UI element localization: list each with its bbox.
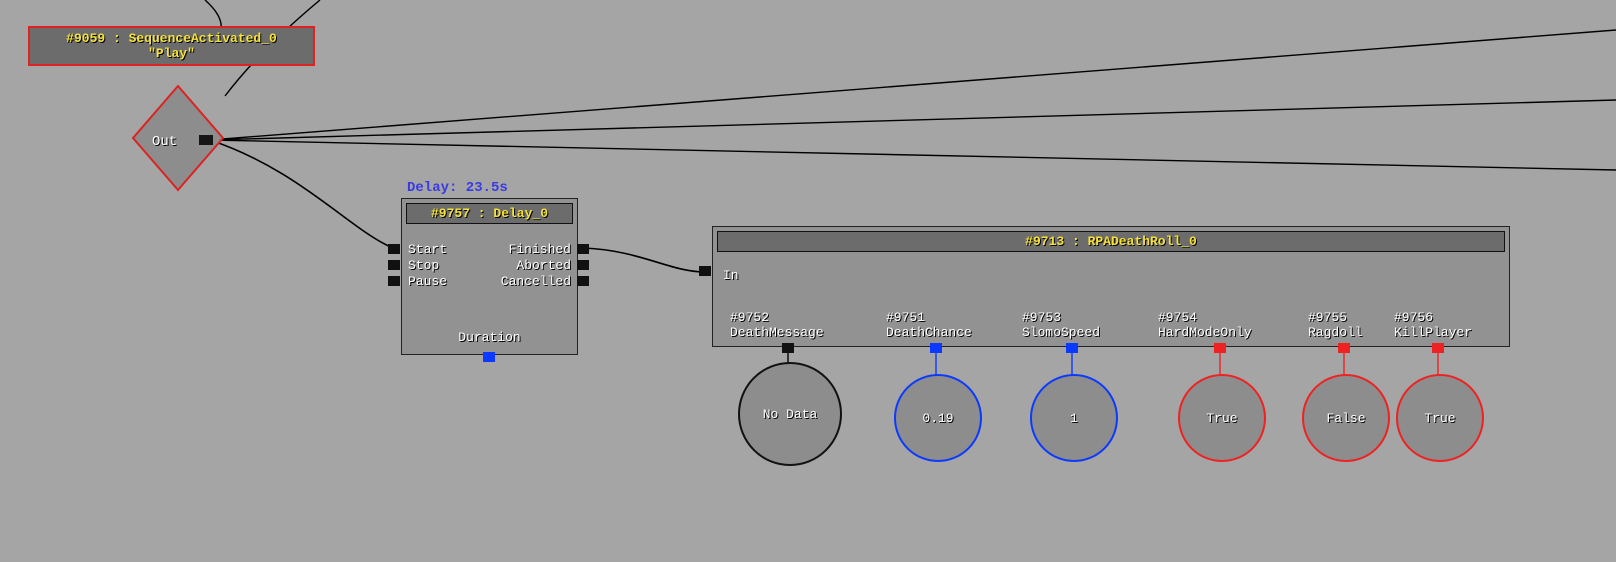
param-3-name: HardModeOnly: [1158, 325, 1252, 340]
delay-pin-stop[interactable]: [388, 260, 400, 270]
param-bubble-2[interactable]: 1: [1030, 374, 1118, 462]
delay-pin-aborted[interactable]: [577, 260, 589, 270]
delay-pin-duration[interactable]: [483, 352, 495, 362]
param-bubble-1[interactable]: 0.19: [894, 374, 982, 462]
delay-caption: Delay: 23.5s: [407, 180, 508, 196]
param-value-2: 1: [1070, 411, 1078, 426]
graph-canvas[interactable]: { "sequence": { "title_line1": "#9059 : …: [0, 0, 1616, 562]
deathroll-node-title: #9713 : RPADeathRoll_0: [717, 231, 1505, 252]
deathroll-pin-in[interactable]: [699, 266, 711, 276]
delay-pin-pause[interactable]: [388, 276, 400, 286]
param-bubble-4[interactable]: False: [1302, 374, 1390, 462]
sequence-title-line1: #9059 : SequenceActivated_0: [30, 31, 313, 46]
param-bubble-0[interactable]: No Data: [738, 362, 842, 466]
param-2-labels: #9753 SlomoSpeed: [1022, 310, 1100, 340]
param-2-name: SlomoSpeed: [1022, 325, 1100, 340]
delay-row-0: Start Finished: [402, 242, 577, 258]
out-label: Out: [152, 134, 177, 150]
param-0-labels: #9752 DeathMessage: [730, 310, 824, 340]
param-4-id: #9755: [1308, 310, 1363, 325]
delay-left-2: Pause: [408, 274, 447, 290]
delay-right-2: Cancelled: [501, 274, 571, 290]
delay-pin-cancelled[interactable]: [577, 276, 589, 286]
delay-right-0: Finished: [509, 242, 571, 258]
delay-pin-finished[interactable]: [577, 244, 589, 254]
param-value-4: False: [1326, 411, 1365, 426]
param-0-id: #9752: [730, 310, 824, 325]
param-pin-1[interactable]: [930, 343, 942, 353]
deathroll-in-label: In: [713, 268, 1509, 283]
param-4-name: Ragdoll: [1308, 325, 1363, 340]
param-pin-3[interactable]: [1214, 343, 1226, 353]
param-value-0: No Data: [763, 407, 818, 422]
delay-pin-start[interactable]: [388, 244, 400, 254]
delay-node[interactable]: #9757 : Delay_0 Start Finished Stop Abor…: [401, 198, 578, 355]
delay-row-2: Pause Cancelled: [402, 274, 577, 290]
param-value-5: True: [1424, 411, 1455, 426]
param-pin-2[interactable]: [1066, 343, 1078, 353]
param-5-labels: #9756 KillPlayer: [1394, 310, 1472, 340]
param-value-3: True: [1206, 411, 1237, 426]
param-1-labels: #9751 DeathChance: [886, 310, 972, 340]
param-pin-5[interactable]: [1432, 343, 1444, 353]
delay-duration-label: Duration: [402, 330, 577, 345]
param-bubble-5[interactable]: True: [1396, 374, 1484, 462]
param-pin-0[interactable]: [782, 343, 794, 353]
param-1-name: DeathChance: [886, 325, 972, 340]
param-0-name: DeathMessage: [730, 325, 824, 340]
delay-left-1: Stop: [408, 258, 439, 274]
delay-node-title: #9757 : Delay_0: [406, 203, 573, 224]
param-bubble-3[interactable]: True: [1178, 374, 1266, 462]
param-1-id: #9751: [886, 310, 972, 325]
delay-row-1: Stop Aborted: [402, 258, 577, 274]
param-2-id: #9753: [1022, 310, 1100, 325]
deathroll-node[interactable]: #9713 : RPADeathRoll_0 In: [712, 226, 1510, 347]
param-3-labels: #9754 HardModeOnly: [1158, 310, 1252, 340]
param-5-name: KillPlayer: [1394, 325, 1472, 340]
delay-right-1: Aborted: [516, 258, 571, 274]
param-pin-4[interactable]: [1338, 343, 1350, 353]
sequence-title-line2: "Play": [30, 46, 313, 61]
out-port[interactable]: [199, 135, 213, 145]
sequence-out-diamond[interactable]: [118, 78, 238, 198]
param-value-1: 0.19: [922, 411, 953, 426]
delay-left-0: Start: [408, 242, 447, 258]
sequence-node-title[interactable]: #9059 : SequenceActivated_0 "Play": [28, 26, 315, 66]
param-4-labels: #9755 Ragdoll: [1308, 310, 1363, 340]
param-3-id: #9754: [1158, 310, 1252, 325]
param-5-id: #9756: [1394, 310, 1472, 325]
